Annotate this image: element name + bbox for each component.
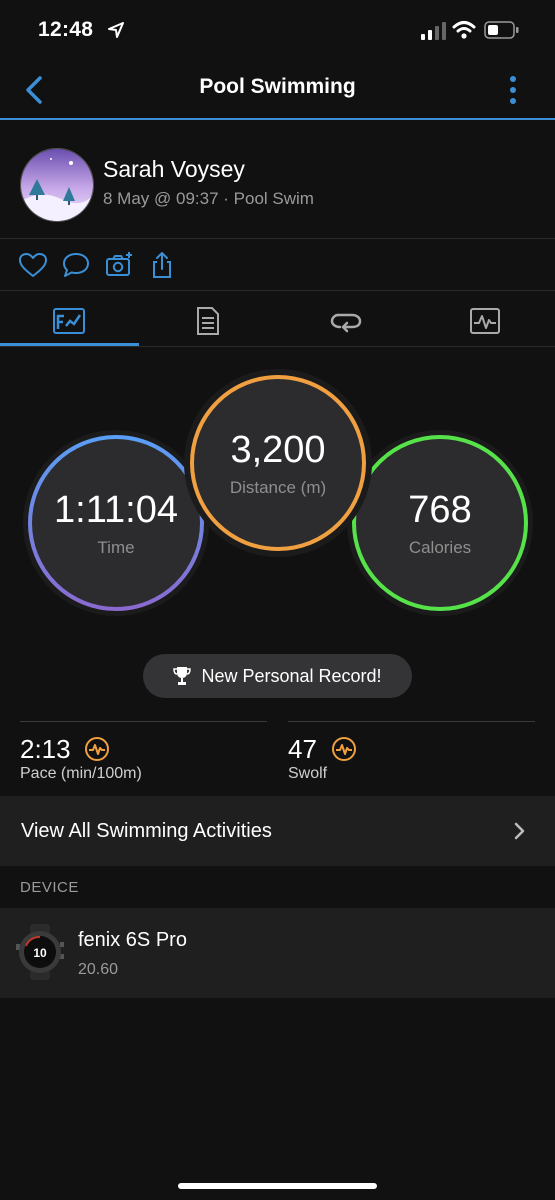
swolf-value: 47 <box>288 734 317 764</box>
wifi-icon <box>452 21 476 39</box>
share-button[interactable] <box>147 251 177 279</box>
pace-label: Pace (min/100m) <box>20 765 142 782</box>
location-arrow-icon <box>108 22 124 38</box>
page-title: Pool Swimming <box>199 75 356 98</box>
distance-metric[interactable]: 3,200 Distance (m) <box>183 368 373 558</box>
pace-insight-icon[interactable] <box>84 736 110 762</box>
view-all-swimming-label: View All Swimming Activities <box>21 820 272 842</box>
add-photo-button[interactable] <box>104 251 134 279</box>
avatar-image <box>21 149 93 221</box>
details-list-icon <box>197 307 219 335</box>
laps-icon <box>330 313 362 333</box>
calories-value: 768 <box>408 488 472 531</box>
stat-divider <box>20 721 267 722</box>
divider <box>0 238 555 239</box>
view-all-swimming-row[interactable]: View All Swimming Activities <box>0 796 555 866</box>
more-options-button[interactable] <box>505 74 521 106</box>
distance-value: 3,200 <box>230 428 326 471</box>
calories-label: Calories <box>408 537 472 557</box>
avatar[interactable] <box>20 148 94 222</box>
graph-icon <box>470 308 500 334</box>
device-row[interactable]: 10 fenix 6S Pro 20.60 <box>0 908 555 998</box>
calories-metric[interactable]: 768 Calories <box>345 428 535 618</box>
trophy-icon <box>173 667 192 685</box>
status-time: 12:48 <box>38 18 94 41</box>
tab-summary[interactable] <box>0 296 138 346</box>
watch-face-value: 10 <box>33 946 47 960</box>
swolf-insight-icon[interactable] <box>331 736 357 762</box>
divider <box>0 346 555 347</box>
cellular-signal-icon <box>421 22 446 40</box>
home-indicator[interactable] <box>178 1183 377 1189</box>
personal-record-label: New Personal Record! <box>201 665 382 686</box>
divider <box>0 290 555 291</box>
header-divider <box>0 118 555 120</box>
tab-laps[interactable] <box>277 296 415 346</box>
stat-divider <box>288 721 535 722</box>
device-section-label: DEVICE <box>20 879 79 896</box>
time-value: 1:11:04 <box>54 488 178 531</box>
watch-icon: 10 <box>16 924 64 980</box>
tab-charts[interactable] <box>416 296 554 346</box>
comment-button[interactable] <box>61 251 91 279</box>
user-name[interactable]: Sarah Voysey <box>103 156 245 183</box>
device-version: 20.60 <box>78 961 119 978</box>
time-label: Time <box>97 537 135 557</box>
pace-value: 2:13 <box>20 734 71 764</box>
tab-details[interactable] <box>139 296 277 346</box>
activity-meta: 8 May @ 09:37 · Pool Swim <box>103 189 314 208</box>
distance-label: Distance (m) <box>229 477 327 497</box>
swolf-label: Swolf <box>288 765 328 782</box>
battery-icon <box>484 21 519 39</box>
device-name: fenix 6S Pro <box>78 929 187 951</box>
chevron-right-icon <box>514 822 525 840</box>
summary-chart-icon <box>53 308 85 334</box>
personal-record-badge[interactable]: New Personal Record! <box>143 654 412 698</box>
like-button[interactable] <box>18 251 48 279</box>
